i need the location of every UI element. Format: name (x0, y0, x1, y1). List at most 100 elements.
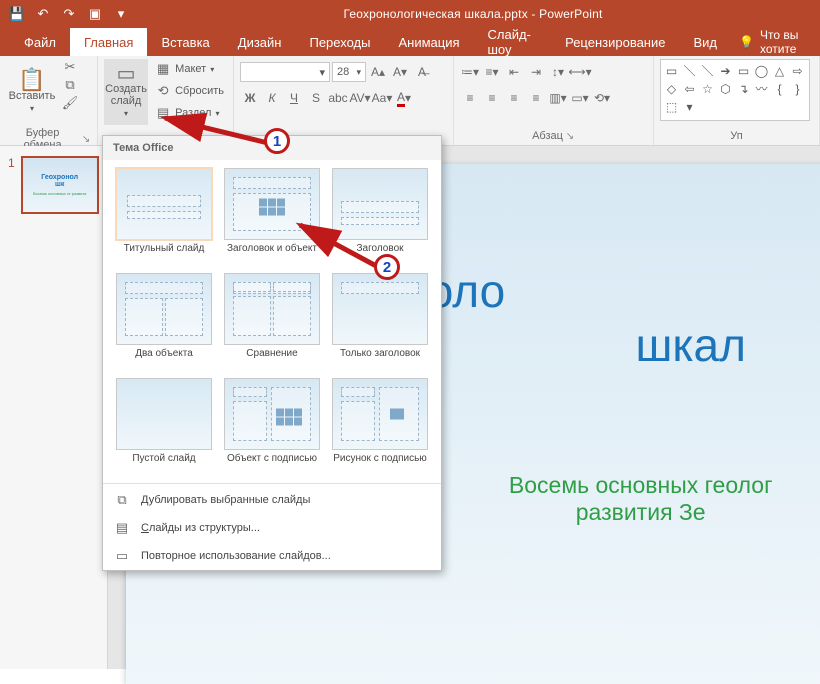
layout-content-caption[interactable]: Объект с подписью (221, 378, 323, 477)
font-family-combo[interactable]: ▾ (240, 62, 330, 82)
duplicate-slides-item[interactable]: ⧉ Дублировать выбранные слайды (103, 486, 441, 514)
redo-icon[interactable]: ↷ (58, 3, 80, 25)
justify-icon[interactable]: ≡ (526, 88, 546, 108)
dialog-launcher-icon[interactable]: ↘ (565, 131, 575, 141)
shape-line2-icon[interactable]: ＼ (700, 63, 715, 78)
shape-arrowl-icon[interactable]: ⇦ (682, 81, 697, 96)
align-center-icon[interactable]: ≡ (482, 88, 502, 108)
reuse-slides-item[interactable]: ▭ Повторное использование слайдов... (103, 542, 441, 570)
smartart-icon[interactable]: ⟲▾ (592, 88, 612, 108)
paragraph-group-label: Абзац (532, 130, 563, 142)
tab-animations[interactable]: Анимация (384, 28, 473, 56)
tab-slideshow[interactable]: Слайд-шоу (474, 28, 552, 56)
chevron-down-icon: ▾ (30, 104, 34, 113)
shape-connector-icon[interactable]: ↴ (736, 81, 751, 96)
shrink-font-icon[interactable]: A▾ (390, 62, 410, 82)
undo-icon[interactable]: ↶ (32, 3, 54, 25)
new-slide-icon: ▭ (118, 66, 134, 82)
grow-font-icon[interactable]: A▴ (368, 62, 388, 82)
bold-icon[interactable]: Ж (240, 88, 260, 108)
increase-indent-icon[interactable]: ⇥ (526, 62, 546, 82)
outline-icon: ▤ (113, 520, 131, 536)
align-text-icon[interactable]: ▭▾ (570, 88, 590, 108)
align-right-icon[interactable]: ≡ (504, 88, 524, 108)
underline-icon[interactable]: Ч (284, 88, 304, 108)
shape-more-icon[interactable]: ▾ (682, 99, 697, 114)
tab-home[interactable]: Главная (70, 28, 147, 56)
bullets-icon[interactable]: ≔▾ (460, 62, 480, 82)
align-left-icon[interactable]: ≡ (460, 88, 480, 108)
shape-hex-icon[interactable]: ⬡ (718, 81, 733, 96)
format-painter-icon[interactable]: 🖌 (62, 95, 78, 111)
shape-arrowr-icon[interactable]: ⇨ (790, 63, 805, 78)
lightbulb-icon: 💡 (739, 35, 754, 49)
strike-icon[interactable]: abc (328, 88, 348, 108)
duplicate-icon: ⧉ (113, 492, 131, 508)
layout-title-slide[interactable]: Титульный слайд (113, 168, 215, 267)
save-icon[interactable]: 💾 (6, 3, 28, 25)
copy-icon[interactable]: ⧉ (62, 77, 78, 93)
tell-me-label: Что вы хотите (760, 28, 812, 56)
numbering-icon[interactable]: ≡▾ (482, 62, 502, 82)
layout-title-only[interactable]: Только заголовок (329, 273, 431, 372)
change-case-icon[interactable]: Aa▾ (372, 88, 392, 108)
editing-group-label: Уп (730, 130, 742, 142)
shape-textbox-icon[interactable]: ▭ (664, 63, 679, 78)
slides-from-outline-item[interactable]: ▤ ССлайды из структуры...лайды из структ… (103, 514, 441, 542)
layout-picture-caption[interactable]: Рисунок с подписью (329, 378, 431, 477)
tab-design[interactable]: Дизайн (224, 28, 296, 56)
text-direction-icon[interactable]: ⟷▾ (570, 62, 590, 82)
customize-qat-icon[interactable]: ▾ (110, 3, 132, 25)
shape-brace2-icon[interactable]: } (790, 81, 805, 96)
shape-arrow-icon[interactable]: ➔ (718, 63, 733, 78)
shape-oval-icon[interactable]: ◯ (754, 63, 769, 78)
shadow-icon[interactable]: S (306, 88, 326, 108)
shape-tri-icon[interactable]: △ (772, 63, 787, 78)
slide-thumbnails-pane: 1 Геохронол шк Восемь основных ге развит… (0, 146, 108, 669)
paste-label: Вставить (9, 90, 56, 102)
app-title: Геохронологическая шкала.pptx - PowerPoi… (132, 7, 814, 21)
italic-icon[interactable]: К (262, 88, 282, 108)
decrease-indent-icon[interactable]: ⇤ (504, 62, 524, 82)
tab-transitions[interactable]: Переходы (295, 28, 384, 56)
paste-button[interactable]: 📋 Вставить ▾ (6, 59, 58, 125)
start-from-beginning-icon[interactable]: ▣ (84, 3, 106, 25)
char-spacing-icon[interactable]: AV▾ (350, 88, 370, 108)
new-slide-label: Создать слайд (104, 84, 148, 107)
line-spacing-icon[interactable]: ↕▾ (548, 62, 568, 82)
section-button[interactable]: ▤ Раздел▾ (152, 103, 227, 123)
tell-me[interactable]: 💡 Что вы хотите (731, 28, 820, 56)
thumb-number: 1 (8, 156, 15, 214)
font-size-combo[interactable]: 28▾ (332, 62, 366, 82)
shape-callout-icon[interactable]: ⬚ (664, 99, 679, 114)
tab-review[interactable]: Рецензирование (551, 28, 679, 56)
layout-title-content[interactable]: Заголовок и объект (221, 168, 323, 267)
shape-curve-icon[interactable]: 〰 (754, 81, 769, 96)
dialog-launcher-icon[interactable]: ↘ (81, 134, 91, 144)
shapes-gallery[interactable]: ▭ ＼ ＼ ➔ ▭ ◯ △ ⇨ ◇ ⇦ ☆ ⬡ ↴ 〰 { } ⬚ ▾ (660, 59, 810, 121)
reuse-icon: ▭ (113, 548, 131, 564)
tab-insert[interactable]: Вставка (147, 28, 223, 56)
layout-two-content[interactable]: Два объекта (113, 273, 215, 372)
shape-brace-icon[interactable]: { (772, 81, 787, 96)
shape-diamond-icon[interactable]: ◇ (664, 81, 679, 96)
tab-file[interactable]: Файл (10, 28, 70, 56)
layout-icon: ▦ (155, 61, 171, 77)
new-slide-dropdown: Тема Office Титульный слайд Заголовок и … (102, 135, 442, 571)
clear-formatting-icon[interactable]: A̶ (412, 62, 432, 82)
tab-view[interactable]: Вид (679, 28, 731, 56)
layout-comparison[interactable]: Сравнение (221, 273, 323, 372)
layout-blank[interactable]: Пустой слайд (113, 378, 215, 477)
cut-icon[interactable]: ✂ (62, 59, 78, 75)
slide-thumbnail[interactable]: Геохронол шк Восемь основных ге развити (21, 156, 99, 214)
shape-line-icon[interactable]: ＼ (682, 63, 697, 78)
font-color-icon[interactable]: A▾ (394, 88, 414, 108)
layout-button[interactable]: ▦ Макет▾ (152, 59, 227, 79)
new-slide-button[interactable]: ▭ Создать слайд ▾ (104, 59, 148, 125)
reset-button[interactable]: ⟲ Сбросить (152, 81, 227, 101)
reset-icon: ⟲ (155, 83, 171, 99)
layout-section-header[interactable]: Заголовок (329, 168, 431, 267)
shape-rect-icon[interactable]: ▭ (736, 63, 751, 78)
columns-icon[interactable]: ▥▾ (548, 88, 568, 108)
shape-star-icon[interactable]: ☆ (700, 81, 715, 96)
